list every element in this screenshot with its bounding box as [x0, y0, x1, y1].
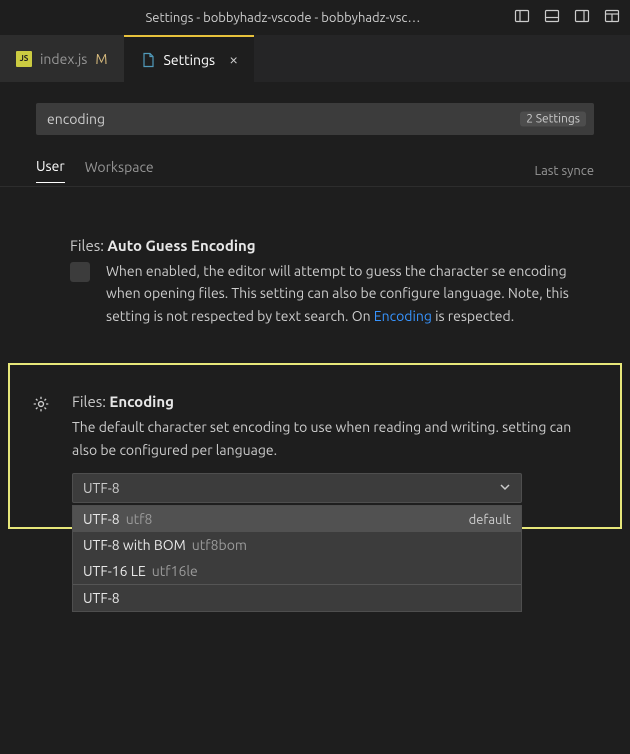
setting-encoding: Files: Encoding The default character se…	[8, 363, 622, 529]
title-bar-actions	[514, 8, 620, 27]
panel-bottom-icon[interactable]	[544, 8, 560, 27]
settings-scope-tabs: User Workspace Last synce	[0, 155, 630, 187]
encoding-link[interactable]: Encoding	[374, 308, 432, 324]
chevron-down-icon	[499, 480, 511, 496]
js-file-icon: JS	[16, 51, 32, 67]
tab-label: index.js	[40, 51, 87, 67]
settings-list: Files: Auto Guess Encoding When enabled,…	[0, 187, 630, 529]
gear-icon[interactable]	[32, 395, 50, 416]
panel-right-icon[interactable]	[574, 8, 590, 27]
tab-settings[interactable]: Settings ×	[124, 35, 255, 82]
last-synced-text: Last synce	[534, 164, 594, 178]
panel-left-icon[interactable]	[514, 8, 530, 27]
settings-file-icon	[140, 52, 156, 68]
encoding-option-utf8[interactable]: UTF-8 utf8 default	[73, 506, 521, 532]
setting-description: When enabled, the editor will attempt to…	[106, 260, 594, 327]
editor-tabs: JS index.js M Settings ×	[0, 35, 630, 83]
settings-search-row: 2 Settings	[36, 103, 594, 135]
encoding-option-utf8bom[interactable]: UTF-8 with BOM utf8bom	[73, 532, 521, 558]
auto-guess-checkbox[interactable]	[70, 262, 90, 282]
encoding-option-utf16le[interactable]: UTF-16 LE utf16le	[73, 558, 521, 584]
setting-title: Files: Encoding	[72, 393, 592, 410]
tab-index-js[interactable]: JS index.js M	[0, 35, 124, 82]
encoding-select[interactable]: UTF-8	[72, 473, 522, 503]
settings-search-input[interactable]	[36, 103, 594, 135]
scope-tab-workspace[interactable]: Workspace	[85, 159, 154, 183]
settings-body: 2 Settings User Workspace Last synce Fil…	[0, 83, 630, 529]
settings-search-count: 2 Settings	[520, 112, 586, 127]
encoding-select-value: UTF-8	[83, 480, 120, 496]
tab-label: Settings	[164, 52, 216, 68]
encoding-dropdown: UTF-8 utf8 default UTF-8 with BOM utf8bo…	[72, 505, 522, 612]
setting-auto-guess-encoding: Files: Auto Guess Encoding When enabled,…	[0, 227, 630, 363]
scope-tab-user[interactable]: User	[36, 158, 65, 183]
encoding-select-wrap: UTF-8 UTF-8 utf8 default UTF-8 with BOM …	[72, 473, 522, 503]
encoding-filter-row[interactable]: UTF-8	[73, 585, 521, 611]
title-bar: Settings - bobbyhadz-vscode - bobbyhadz-…	[0, 0, 630, 35]
setting-description: The default character set encoding to us…	[72, 416, 592, 461]
setting-title: Files: Auto Guess Encoding	[70, 237, 594, 254]
layout-icon[interactable]	[604, 8, 620, 27]
modified-indicator: M	[95, 51, 107, 67]
window-title: Settings - bobbyhadz-vscode - bobbyhadz-…	[10, 11, 506, 25]
close-icon[interactable]: ×	[229, 52, 238, 68]
